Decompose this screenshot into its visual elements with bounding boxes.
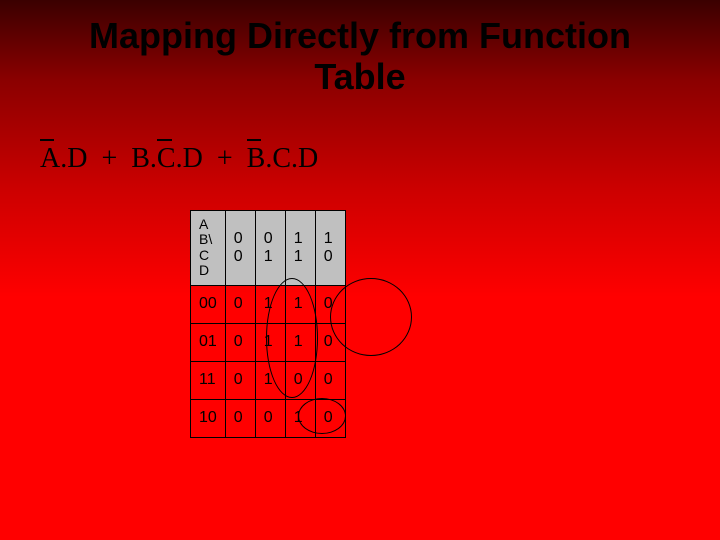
table-row: 11 0 1 0 0 — [191, 361, 346, 399]
boolean-expression: A .D + B.C.D + B.C.D — [40, 143, 318, 175]
kmap-cell: 0 — [315, 361, 345, 399]
row-header: 11 — [191, 361, 226, 399]
col-header: 11 — [285, 211, 315, 286]
kmap-container: AB\CD 00 01 11 10 00 0 1 1 0 01 0 1 1 0 — [190, 210, 346, 438]
row-header: 01 — [191, 323, 226, 361]
kmap-header-row: AB\CD 00 01 11 10 — [191, 211, 346, 286]
kmap-corner: AB\CD — [191, 211, 226, 286]
kmap-cell: 1 — [285, 285, 315, 323]
col-header: 00 — [225, 211, 255, 286]
kmap-cell: 0 — [315, 323, 345, 361]
kmap-cell: 0 — [315, 285, 345, 323]
slide-title: Mapping Directly from Function Table — [0, 0, 720, 98]
kmap-cell: 0 — [225, 399, 255, 437]
kmap-cell: 1 — [285, 323, 315, 361]
col-header: 01 — [255, 211, 285, 286]
kmap-cell: 1 — [255, 361, 285, 399]
kmap-cell: 0 — [285, 361, 315, 399]
kmap-table: AB\CD 00 01 11 10 00 0 1 1 0 01 0 1 1 0 — [190, 210, 346, 438]
kmap-cell: 1 — [285, 399, 315, 437]
table-row: 00 0 1 1 0 — [191, 285, 346, 323]
row-header: 00 — [191, 285, 226, 323]
kmap-cell: 0 — [315, 399, 345, 437]
table-row: 10 0 0 1 0 — [191, 399, 346, 437]
table-row: 01 0 1 1 0 — [191, 323, 346, 361]
kmap-cell: 0 — [255, 399, 285, 437]
kmap-cell: 1 — [255, 285, 285, 323]
kmap-cell: 0 — [225, 361, 255, 399]
kmap-cell: 0 — [225, 323, 255, 361]
kmap-cell: 1 — [255, 323, 285, 361]
row-header: 10 — [191, 399, 226, 437]
col-header: 10 — [315, 211, 345, 286]
kmap-cell: 0 — [225, 285, 255, 323]
